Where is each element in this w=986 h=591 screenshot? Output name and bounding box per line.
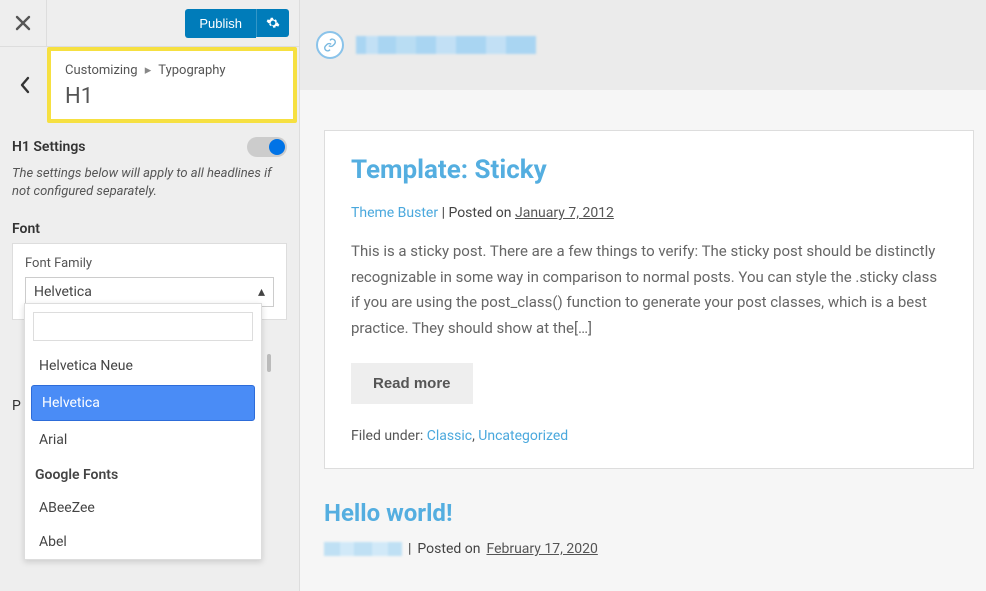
truncated-label: P	[12, 398, 21, 414]
post-title[interactable]: Template: Sticky	[351, 155, 947, 185]
site-title-blurred[interactable]	[356, 36, 536, 54]
meta-separator: |	[408, 541, 411, 557]
breadcrumb-parent: Typography	[158, 63, 225, 78]
post-author-blurred[interactable]	[324, 542, 402, 556]
post-meta: Theme Buster | Posted on January 7, 2012	[351, 205, 947, 221]
post-card: Template: Sticky Theme Buster | Posted o…	[324, 130, 974, 469]
font-option-helvetica[interactable]: Helvetica	[31, 385, 255, 421]
font-family-value: Helvetica	[34, 284, 92, 300]
site-icon[interactable]	[316, 31, 344, 59]
font-option-abeezee[interactable]: ABeeZee	[25, 491, 261, 525]
post-date-link[interactable]: January 7, 2012	[515, 205, 614, 221]
read-more-button[interactable]: Read more	[351, 363, 473, 404]
h1-settings-description: The settings below will apply to all hea…	[12, 165, 287, 201]
font-search-input[interactable]	[33, 312, 253, 341]
h1-settings-title: H1 Settings	[12, 139, 86, 155]
back-button[interactable]	[5, 65, 45, 105]
chevron-right-icon: ▸	[145, 63, 152, 78]
toggle-knob	[269, 139, 285, 155]
posted-on-label: Posted on	[417, 541, 480, 557]
filed-under-label: Filed under:	[351, 428, 423, 444]
site-preview: Template: Sticky Theme Buster | Posted o…	[300, 0, 986, 591]
breadcrumb-panel: Customizing ▸ Typography H1	[47, 47, 297, 123]
publish-settings-button[interactable]	[256, 9, 289, 37]
font-option-abel[interactable]: Abel	[25, 525, 261, 559]
post-date-link[interactable]: February 17, 2020	[486, 541, 597, 557]
h1-settings-toggle[interactable]	[247, 137, 287, 157]
link-icon	[323, 38, 337, 52]
font-label: Font	[0, 211, 299, 243]
category-link[interactable]: Uncategorized	[478, 428, 568, 444]
gear-icon	[266, 16, 280, 30]
font-option-helvetica-neue[interactable]: Helvetica Neue	[25, 349, 261, 383]
preview-header	[300, 0, 986, 90]
scrollbar-thumb[interactable]	[267, 354, 271, 372]
posted-on-label: Posted on	[448, 205, 511, 221]
post-author-link[interactable]: Theme Buster	[351, 205, 438, 221]
post-meta: | Posted on February 17, 2020	[324, 541, 974, 557]
breadcrumb-root: Customizing	[65, 63, 138, 78]
close-button[interactable]	[0, 0, 47, 47]
publish-button[interactable]: Publish	[185, 9, 256, 38]
breadcrumb: Customizing ▸ Typography	[65, 63, 279, 78]
font-family-dropdown: Helvetica Neue Helvetica Arial Google Fo…	[24, 303, 262, 560]
page-title: H1	[65, 84, 279, 109]
category-link[interactable]: Classic	[427, 428, 472, 444]
chevron-up-icon: ▴	[258, 284, 265, 300]
post-title[interactable]: Hello world!	[324, 499, 974, 527]
font-family-label: Font Family	[25, 256, 274, 271]
post-excerpt: This is a sticky post. There are a few t…	[351, 239, 947, 341]
font-group-google: Google Fonts	[25, 457, 261, 491]
post-categories: Filed under: Classic, Uncategorized	[351, 428, 947, 444]
font-option-arial[interactable]: Arial	[25, 423, 261, 457]
